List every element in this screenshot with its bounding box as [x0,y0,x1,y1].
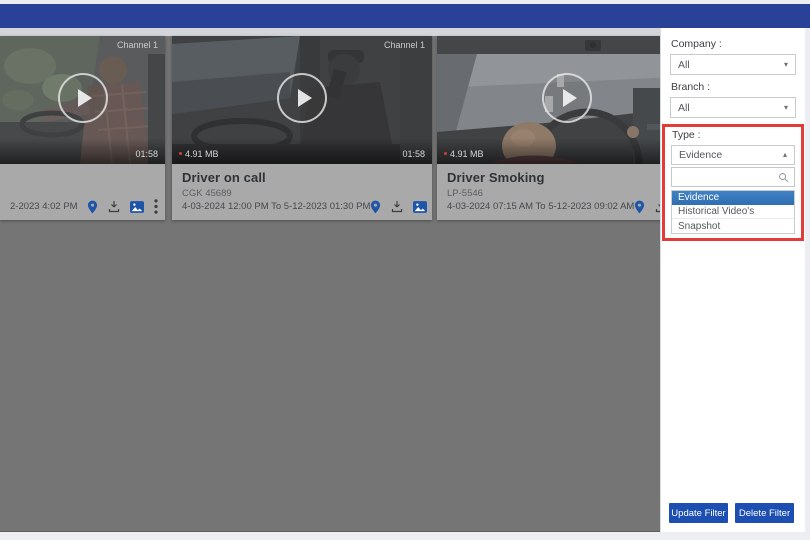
company-filter-label: Company : [671,38,796,50]
video-duration: 01:58 [402,149,425,159]
branch-select-value: All [678,102,690,114]
type-option-evidence[interactable]: Evidence [672,191,794,205]
image-icon[interactable] [130,201,144,213]
video-datetime: 4-03-2024 07:15 AM To 5-12-2023 09:02 AM [447,201,634,212]
video-size: 4.91 MB [185,149,219,159]
type-option-snapshot[interactable]: Snapshot [672,219,794,233]
chevron-down-icon: ▾ [784,61,788,69]
vehicle-id: CGK 45689 [182,188,422,199]
type-filter-label: Type : [672,129,795,141]
video-thumbnail[interactable]: Channel 1 4.91 MB 01:58 [172,36,432,164]
type-search-input[interactable] [677,172,778,183]
search-icon [778,172,789,183]
video-grid-area: Channel 1 01:58 2-2023 4:02 PM [0,28,660,532]
image-icon[interactable] [413,201,427,213]
filter-actions: Update Filter Delete Filter [669,503,794,523]
video-thumbnail[interactable]: 4.91 MB 01:58 [437,36,697,164]
card-info: Driver on call CGK 45689 4-03-2024 12:00… [172,164,432,220]
location-pin-icon[interactable] [87,200,98,214]
video-thumbnail[interactable]: Channel 1 01:58 [0,36,165,164]
type-option-historical-videos[interactable]: Historical Video's [672,205,794,219]
video-card[interactable]: Channel 1 01:58 2-2023 4:02 PM [0,36,165,220]
video-overlay-strip: 4.91 MB 01:58 [437,138,697,164]
channel-label: Channel 1 [117,40,158,50]
location-pin-icon[interactable] [634,200,645,214]
branch-filter-label: Branch : [671,81,796,93]
download-icon[interactable] [108,200,120,213]
delete-filter-button[interactable]: Delete Filter [735,503,794,523]
type-select[interactable]: Evidence ▴ [671,145,795,165]
play-icon [298,89,312,107]
video-datetime: 2-2023 4:02 PM [10,201,78,212]
type-search-box [671,167,795,187]
type-filter-highlight-box: Type : Evidence ▴ Evidence Historical Vi… [662,124,804,241]
card-info: Driver Smoking LP-5546 4-03-2024 07:15 A… [437,164,697,220]
vehicle-id: LP-5546 [447,188,687,199]
alert-dot-icon [444,152,447,155]
filter-sidebar: Company : All ▾ Branch : All ▾ Type : Ev… [660,28,805,532]
video-datetime: 4-03-2024 12:00 PM To 5-12-2023 01:30 PM [182,201,370,212]
company-select-value: All [678,59,690,71]
type-options-list: Evidence Historical Video's Snapshot [671,190,795,234]
video-overlay-strip: 4.91 MB 01:58 [172,138,432,164]
top-navigation-bar [0,4,810,28]
card-info: 2-2023 4:02 PM [0,164,165,220]
video-size: 4.91 MB [450,149,484,159]
play-button[interactable] [277,73,327,123]
type-select-value: Evidence [679,149,722,161]
branch-select[interactable]: All ▾ [670,97,796,118]
video-title: Driver Smoking [447,170,687,185]
video-overlay-strip: 01:58 [0,138,165,164]
video-duration: 01:58 [135,149,158,159]
play-button[interactable] [58,73,108,123]
video-title: Driver on call [182,170,422,185]
video-card[interactable]: 4.91 MB 01:58 Driver Smoking LP-5546 4-0… [437,36,697,220]
play-button[interactable] [542,73,592,123]
download-icon[interactable] [391,200,403,213]
channel-label: Channel 1 [384,40,425,50]
company-select[interactable]: All ▾ [670,54,796,75]
video-card[interactable]: Channel 1 4.91 MB 01:58 Driver on call C… [172,36,432,220]
play-icon [78,89,92,107]
alert-dot-icon [179,152,182,155]
play-icon [563,89,577,107]
update-filter-button[interactable]: Update Filter [669,503,728,523]
chevron-up-icon: ▴ [783,151,787,159]
more-options-icon[interactable] [154,199,158,214]
content-top-strip [0,28,660,36]
location-pin-icon[interactable] [370,200,381,214]
chevron-down-icon: ▾ [784,104,788,112]
